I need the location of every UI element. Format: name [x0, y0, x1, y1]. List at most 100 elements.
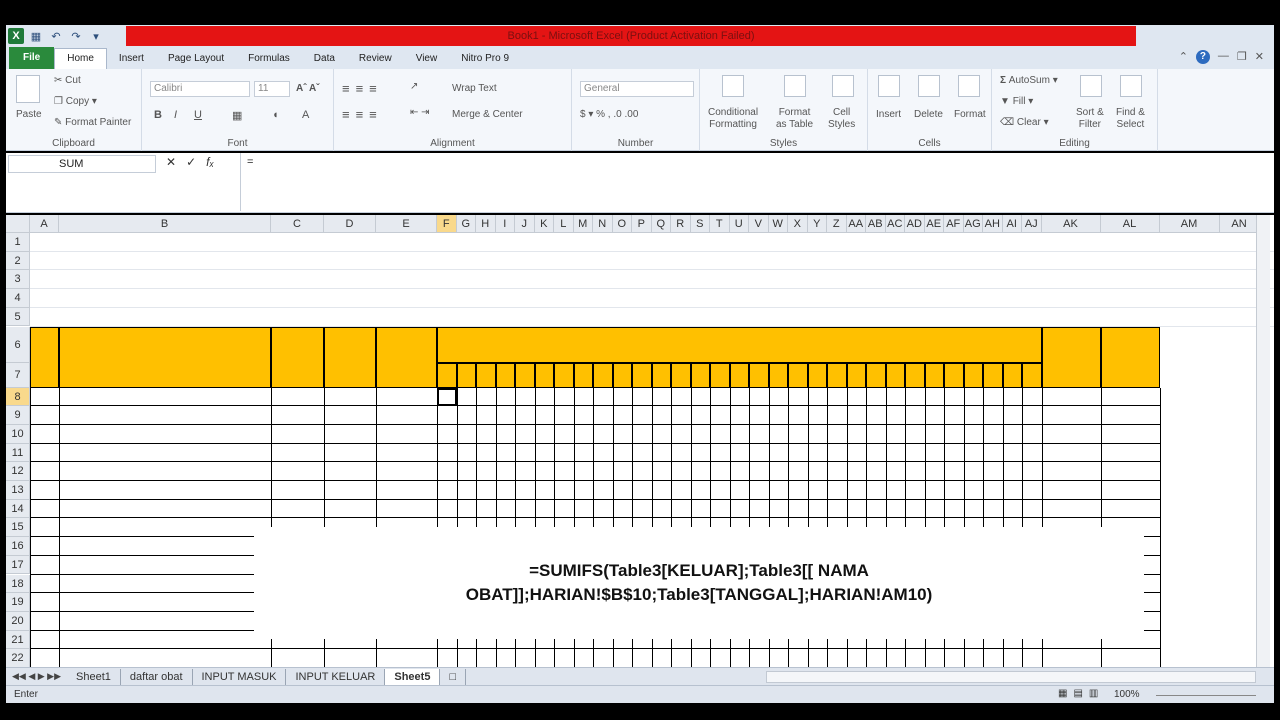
- item-no[interactable]: [30, 408, 59, 425]
- item-sisa[interactable]: [1101, 446, 1160, 463]
- column-header-q[interactable]: Q: [651, 215, 671, 233]
- column-header-k[interactable]: K: [534, 215, 554, 233]
- cell-styles-icon[interactable]: [832, 75, 854, 97]
- wrap-text-button[interactable]: Wrap Text: [452, 83, 497, 94]
- binoculars-icon[interactable]: [1120, 75, 1142, 97]
- item-no[interactable]: [30, 651, 59, 667]
- grow-font-icon[interactable]: Aˆ Aˇ: [296, 83, 320, 94]
- column-header-ai[interactable]: AI: [1002, 215, 1022, 233]
- sort-filter-button[interactable]: Sort & Filter: [1076, 107, 1104, 131]
- vertical-scrollbar[interactable]: [1256, 215, 1270, 667]
- item-penerimaan[interactable]: [324, 427, 376, 444]
- item-name[interactable]: [59, 483, 271, 500]
- item-persediaan[interactable]: [376, 446, 437, 463]
- undo-icon[interactable]: ↶: [48, 28, 64, 44]
- item-sisa[interactable]: [1101, 390, 1160, 407]
- row-header-16[interactable]: 16: [6, 537, 30, 556]
- column-header-p[interactable]: P: [632, 215, 652, 233]
- underline-button[interactable]: U: [194, 109, 202, 121]
- bold-button[interactable]: B: [154, 109, 162, 121]
- item-penerimaan[interactable]: [324, 390, 376, 407]
- row-header-11[interactable]: 11: [6, 443, 30, 463]
- delete-cells-icon[interactable]: [918, 75, 940, 97]
- column-header-ak[interactable]: AK: [1041, 215, 1101, 233]
- item-no[interactable]: [30, 483, 59, 500]
- format-cells-icon[interactable]: [958, 75, 980, 97]
- column-header-aa[interactable]: AA: [846, 215, 866, 233]
- item-stok-awal[interactable]: [271, 483, 324, 500]
- column-header-i[interactable]: I: [495, 215, 515, 233]
- column-header-j[interactable]: J: [515, 215, 535, 233]
- item-name[interactable]: [59, 502, 271, 519]
- format-as-table-button[interactable]: Format as Table: [776, 107, 813, 131]
- cell-styles-button[interactable]: Cell Styles: [828, 107, 855, 131]
- column-header-z[interactable]: Z: [827, 215, 847, 233]
- sheet-tab-input-keluar[interactable]: INPUT KELUAR: [286, 668, 386, 685]
- item-pemakaian[interactable]: [1042, 408, 1101, 425]
- minimize-icon[interactable]: —: [1218, 50, 1229, 64]
- column-header-w[interactable]: W: [768, 215, 788, 233]
- item-no[interactable]: [30, 464, 59, 481]
- item-penerimaan[interactable]: [324, 483, 376, 500]
- insert-button[interactable]: Insert: [876, 109, 901, 120]
- column-header-n[interactable]: N: [593, 215, 613, 233]
- row-header-21[interactable]: 21: [6, 630, 30, 650]
- item-persediaan[interactable]: [376, 408, 437, 425]
- item-sisa[interactable]: [1101, 483, 1160, 500]
- row-header-18[interactable]: 18: [6, 574, 30, 594]
- item-persediaan[interactable]: [376, 464, 437, 481]
- item-name[interactable]: [59, 633, 271, 650]
- minimize-ribbon-icon[interactable]: ⌃: [1179, 50, 1188, 64]
- item-sisa[interactable]: [1101, 427, 1160, 444]
- item-penerimaan[interactable]: [324, 408, 376, 425]
- number-format-icons[interactable]: $ ▾ % , .0 .00: [580, 109, 638, 120]
- find-select-button[interactable]: Find & Select: [1116, 107, 1145, 131]
- row-header-2[interactable]: 2: [6, 251, 30, 271]
- row-header-20[interactable]: 20: [6, 611, 30, 631]
- column-header-s[interactable]: S: [690, 215, 710, 233]
- item-no[interactable]: [30, 446, 59, 463]
- tab-formulas[interactable]: Formulas: [236, 49, 302, 69]
- column-header-c[interactable]: C: [271, 215, 324, 233]
- insert-cells-icon[interactable]: [878, 75, 900, 97]
- formula-input[interactable]: =: [240, 153, 1260, 211]
- column-header-af[interactable]: AF: [944, 215, 964, 233]
- column-header-d[interactable]: D: [324, 215, 376, 233]
- insert-function-icon[interactable]: fₓ: [206, 155, 214, 169]
- item-pemakaian[interactable]: [1042, 483, 1101, 500]
- item-pemakaian[interactable]: [1042, 464, 1101, 481]
- item-persediaan[interactable]: [376, 427, 437, 444]
- redo-icon[interactable]: ↷: [68, 28, 84, 44]
- tab-page-layout[interactable]: Page Layout: [156, 49, 236, 69]
- name-box[interactable]: SUM: [8, 155, 156, 173]
- item-no[interactable]: [30, 502, 59, 519]
- column-header-aj[interactable]: AJ: [1022, 215, 1042, 233]
- column-header-x[interactable]: X: [788, 215, 808, 233]
- item-name[interactable]: [59, 427, 271, 444]
- insert-sheet-icon[interactable]: □: [440, 668, 467, 685]
- tab-nitro[interactable]: Nitro Pro 9: [449, 49, 521, 69]
- tab-review[interactable]: Review: [347, 49, 404, 69]
- fill-button[interactable]: ▼ Fill ▾: [1000, 96, 1033, 107]
- column-header-ae[interactable]: AE: [924, 215, 944, 233]
- item-no[interactable]: [30, 520, 59, 537]
- item-pemakaian[interactable]: [1042, 651, 1101, 667]
- column-header-o[interactable]: O: [612, 215, 632, 233]
- row-header-14[interactable]: 14: [6, 499, 30, 519]
- column-header-ad[interactable]: AD: [905, 215, 925, 233]
- font-color-icon[interactable]: A: [302, 109, 309, 121]
- item-no[interactable]: [30, 577, 59, 594]
- item-name[interactable]: [59, 464, 271, 481]
- item-penerimaan[interactable]: [324, 464, 376, 481]
- column-header-t[interactable]: T: [710, 215, 730, 233]
- item-sisa[interactable]: [1101, 651, 1160, 667]
- row-header-12[interactable]: 12: [6, 462, 30, 481]
- column-header-b[interactable]: B: [59, 215, 271, 233]
- sheet-tab-input-masuk[interactable]: INPUT MASUK: [193, 668, 287, 685]
- item-no[interactable]: [30, 614, 59, 631]
- column-header-f[interactable]: F: [437, 215, 457, 233]
- horizontal-scrollbar[interactable]: [766, 671, 1256, 683]
- row-header-3[interactable]: 3: [6, 270, 30, 290]
- select-all-corner[interactable]: [6, 215, 30, 233]
- item-persediaan[interactable]: [376, 502, 437, 519]
